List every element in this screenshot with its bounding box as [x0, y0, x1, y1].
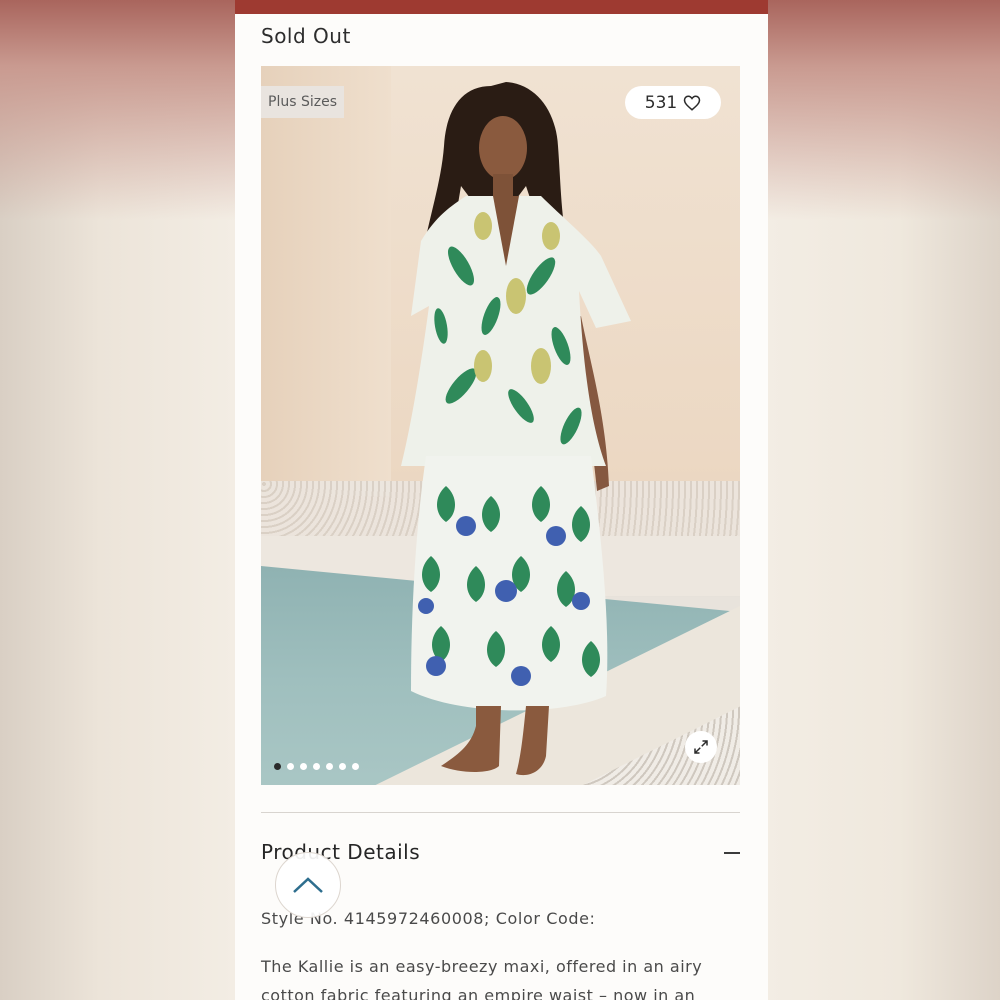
product-description: The Kallie is an easy-breezy maxi, offer…	[261, 957, 703, 1000]
carousel-dot[interactable]	[287, 763, 294, 770]
like-count: 531	[644, 92, 678, 113]
carousel-dot[interactable]	[313, 763, 320, 770]
product-image[interactable]: Plus Sizes 531	[261, 66, 740, 785]
carousel-dots	[274, 763, 359, 770]
scroll-to-top-button[interactable]	[275, 852, 341, 918]
carousel-dot[interactable]	[300, 763, 307, 770]
sold-out-label: Sold Out	[261, 24, 351, 48]
carousel-dot[interactable]	[274, 763, 281, 770]
chevron-up-icon	[293, 877, 323, 893]
section-divider	[261, 812, 740, 813]
heart-icon	[683, 94, 701, 111]
plus-sizes-badge: Plus Sizes	[261, 86, 344, 118]
carousel-dot[interactable]	[326, 763, 333, 770]
carousel-dot[interactable]	[352, 763, 359, 770]
carousel-dot[interactable]	[339, 763, 346, 770]
expand-image-button[interactable]	[685, 731, 717, 763]
top-bar	[235, 0, 768, 14]
like-button[interactable]: 531	[625, 86, 721, 119]
minus-icon[interactable]	[724, 852, 740, 854]
phone-screen: Sold Out Plus Sizes 531 Product Details …	[235, 0, 768, 1000]
expand-icon	[694, 740, 708, 754]
model-figure	[401, 82, 631, 776]
